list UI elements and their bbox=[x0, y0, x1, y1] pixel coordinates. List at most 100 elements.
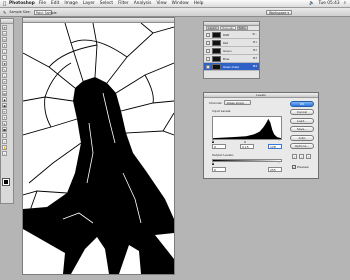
menu-clock[interactable]: Tue 05:43 bbox=[319, 1, 340, 6]
channel-name: Green bbox=[223, 48, 232, 53]
brush-tool-icon[interactable]: ✎ bbox=[2, 66, 7, 72]
slice-tool-icon[interactable]: ⟋ bbox=[2, 54, 7, 60]
levels-histogram bbox=[212, 116, 282, 140]
output-black-field[interactable]: 0 bbox=[212, 167, 226, 172]
lasso-tool-icon[interactable]: ʘ bbox=[2, 36, 7, 42]
stamp-tool-icon[interactable]: ⊥ bbox=[2, 72, 7, 78]
load-button[interactable]: Load... bbox=[290, 118, 314, 124]
shape-tool-icon[interactable]: ■ bbox=[2, 126, 7, 132]
channel-name: Red bbox=[223, 40, 229, 45]
menu-select[interactable]: Select bbox=[100, 1, 113, 6]
menu-file[interactable]: File bbox=[39, 1, 46, 6]
workspace-button[interactable]: Workspace ▾ bbox=[265, 9, 292, 15]
zoom-tool-icon[interactable]: ⌕ bbox=[2, 150, 7, 156]
channel-shortcut: ⌘~ bbox=[252, 33, 257, 36]
visibility-eye-icon[interactable] bbox=[206, 48, 210, 53]
notes-tool-icon[interactable]: ▢ bbox=[2, 132, 7, 138]
history-brush-tool-icon[interactable]: ↺ bbox=[2, 78, 7, 84]
pen-tool-icon[interactable]: ✒ bbox=[2, 108, 7, 114]
channel-row: Channel: Glass sharp bbox=[209, 100, 252, 105]
tab-layers[interactable]: Layers bbox=[206, 26, 219, 30]
visibility-eye-icon[interactable] bbox=[206, 56, 210, 61]
sample-size-label: Sample Size: bbox=[9, 10, 31, 14]
gradient-tool-icon[interactable]: ▤ bbox=[2, 90, 7, 96]
visibility-eye-icon[interactable] bbox=[206, 40, 210, 45]
move-tool-icon[interactable]: ✥ bbox=[2, 24, 7, 30]
eraser-tool-icon[interactable]: ▱ bbox=[2, 84, 7, 90]
output-gradient-bar bbox=[212, 159, 282, 162]
channel-name: Glass sharp bbox=[223, 64, 240, 69]
channel-name: Blue bbox=[223, 56, 230, 61]
menu-app-name[interactable]: Photoshop bbox=[9, 1, 35, 6]
blur-tool-icon[interactable]: ◆ bbox=[2, 96, 7, 102]
output-white-field[interactable]: 255 bbox=[268, 167, 282, 172]
ok-button[interactable]: OK bbox=[290, 101, 314, 107]
menu-bar:  Photoshop File Edit Image Layer Select… bbox=[0, 0, 350, 8]
menu-edit[interactable]: Edit bbox=[51, 1, 59, 6]
channel-row-red[interactable]: Red ⌘1 bbox=[204, 39, 259, 47]
sample-size-select[interactable]: Point Sample bbox=[33, 9, 57, 15]
menu-help[interactable]: Help bbox=[194, 1, 204, 6]
menu-window[interactable]: Window bbox=[172, 1, 189, 6]
menu-analysis[interactable]: Analysis bbox=[134, 1, 152, 6]
cancel-button[interactable]: Cancel bbox=[290, 109, 314, 115]
channel-shortcut: ⌘4 bbox=[252, 65, 257, 68]
menu-filter[interactable]: Filter bbox=[118, 1, 129, 6]
tools-palette-titlebar[interactable] bbox=[1, 19, 13, 24]
channel-select[interactable]: Glass sharp bbox=[223, 100, 252, 105]
magic-wand-tool-icon[interactable]: ✶ bbox=[2, 42, 7, 48]
menu-image[interactable]: Image bbox=[64, 1, 77, 6]
input-white-slider[interactable] bbox=[278, 140, 280, 143]
input-gamma-slider[interactable] bbox=[244, 140, 246, 143]
preview-label: Preview bbox=[297, 165, 309, 169]
channel-shortcut: ⌘3 bbox=[252, 57, 257, 60]
auto-button[interactable]: Auto bbox=[290, 135, 314, 141]
gray-point-eyedropper-icon[interactable]: ⁄ bbox=[299, 154, 304, 159]
channel-row-green[interactable]: Green ⌘2 bbox=[204, 47, 259, 55]
input-gamma-field[interactable]: 0.15 bbox=[240, 144, 254, 149]
foreground-color-swatch[interactable] bbox=[2, 178, 10, 186]
volume-icon[interactable]: 🔈 bbox=[309, 1, 314, 6]
channel-row-rgb[interactable]: RGB ⌘~ bbox=[204, 31, 259, 39]
input-levels-label: Input Levels: bbox=[212, 109, 232, 113]
tab-paths[interactable]: Paths bbox=[236, 26, 248, 30]
menu-view[interactable]: View bbox=[156, 1, 166, 6]
output-black-slider[interactable] bbox=[212, 162, 214, 165]
channel-thumbnail bbox=[212, 63, 221, 70]
white-point-eyedropper-icon[interactable]: ⁄ bbox=[306, 154, 311, 159]
options-button[interactable]: Options... bbox=[290, 143, 314, 149]
visibility-eye-icon[interactable] bbox=[206, 32, 210, 37]
preview-checkbox[interactable]: ✓ bbox=[292, 165, 296, 169]
black-point-eyedropper-icon[interactable]: ⁄ bbox=[292, 154, 297, 159]
channel-thumbnail bbox=[212, 31, 221, 38]
marquee-tool-icon[interactable]: ▭ bbox=[2, 30, 7, 36]
levels-dialog-title[interactable]: Levels bbox=[204, 93, 318, 98]
input-black-slider[interactable] bbox=[212, 140, 214, 143]
save-button[interactable]: Save... bbox=[290, 126, 314, 132]
document-window bbox=[22, 17, 175, 275]
channel-row-glass-sharp[interactable]: Glass sharp ⌘4 bbox=[204, 63, 259, 71]
healing-tool-icon[interactable]: ✚ bbox=[2, 60, 7, 66]
tools-palette: ✥ ▭ ʘ ✶ ⌗ ⟋ ✚ ✎ ⊥ ↺ ▱ ▤ ◆ ● ✒ T ➤ ■ ▢ ⁄ … bbox=[0, 18, 14, 204]
eyedropper-tool-icon[interactable]: ⁄ bbox=[2, 138, 7, 144]
input-white-field[interactable]: 128 bbox=[268, 144, 282, 149]
channels-palette: Layers Channels Paths RGB ⌘~ Red ⌘1 Gree… bbox=[203, 21, 260, 79]
channel-row-blue[interactable]: Blue ⌘3 bbox=[204, 55, 259, 63]
type-tool-icon[interactable]: T bbox=[2, 114, 7, 120]
output-white-slider[interactable] bbox=[278, 162, 280, 165]
cracked-glass-image[interactable] bbox=[23, 23, 174, 274]
output-levels-label: Output Levels: bbox=[212, 153, 234, 157]
tab-channels[interactable]: Channels bbox=[219, 26, 236, 30]
path-select-tool-icon[interactable]: ➤ bbox=[2, 120, 7, 126]
crop-tool-icon[interactable]: ⌗ bbox=[2, 48, 7, 54]
options-bar: ✎ Sample Size: Point Sample Workspace ▾ bbox=[0, 8, 350, 17]
eyedropper-tool-icon[interactable]: ✎ bbox=[3, 10, 6, 15]
apple-menu-icon[interactable]:  bbox=[0, 1, 9, 7]
menu-layer[interactable]: Layer bbox=[83, 1, 95, 6]
spotlight-icon[interactable]: ⌕ bbox=[344, 1, 346, 6]
hand-tool-icon[interactable]: ✋ bbox=[2, 144, 7, 150]
visibility-eye-icon[interactable] bbox=[206, 64, 210, 69]
dodge-tool-icon[interactable]: ● bbox=[2, 102, 7, 108]
channel-name: RGB bbox=[223, 32, 230, 37]
input-black-field[interactable]: 0 bbox=[212, 144, 226, 149]
